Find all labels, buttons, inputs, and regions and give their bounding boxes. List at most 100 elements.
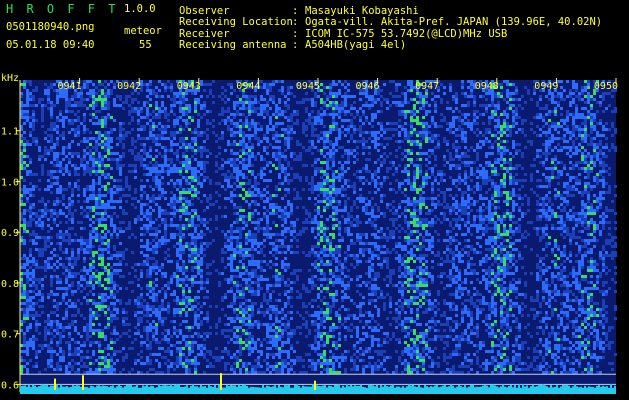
heatmap-cell (338, 80, 341, 83)
heatmap-cell (335, 275, 338, 278)
heatmap-cell (47, 185, 50, 188)
heatmap-cell (194, 341, 197, 344)
heatmap-cell (98, 344, 101, 347)
heatmap-cell (332, 248, 335, 251)
heatmap-cell (29, 191, 32, 194)
heatmap-cell (233, 113, 236, 116)
heatmap-cell (47, 95, 50, 98)
heatmap-cell (278, 371, 281, 374)
heatmap-cell (161, 323, 164, 326)
heatmap-cell (323, 131, 326, 134)
heatmap-cell (200, 245, 203, 248)
heatmap-cell (122, 137, 125, 140)
heatmap-cell (251, 104, 254, 107)
heatmap-cell (191, 146, 194, 149)
heatmap-cell (83, 86, 86, 89)
heatmap-cell (89, 236, 92, 239)
heatmap-cell (143, 203, 146, 206)
heatmap-cell (32, 281, 35, 284)
heatmap-cell (245, 266, 248, 269)
heatmap-cell (320, 149, 323, 152)
heatmap-cell (287, 248, 290, 251)
heatmap-cell (350, 209, 353, 212)
heatmap-cell (320, 338, 323, 341)
heatmap-cell (314, 209, 317, 212)
heatmap-cell (200, 251, 203, 254)
heatmap-cell (245, 164, 248, 167)
heatmap-cell (71, 203, 74, 206)
heatmap-cell (161, 356, 164, 359)
heatmap-cell (320, 257, 323, 260)
heatmap-cell (326, 191, 329, 194)
heatmap-cell (179, 269, 182, 272)
heatmap-cell (326, 263, 329, 266)
heatmap-cell (314, 329, 317, 332)
heatmap-cell (104, 326, 107, 329)
heatmap-cell (83, 251, 86, 254)
heatmap-cell (170, 98, 173, 101)
heatmap-cell (242, 134, 245, 137)
heatmap-cell (158, 107, 161, 110)
heatmap-cells (20, 80, 617, 392)
heatmap-cell (239, 368, 242, 371)
heatmap-cell (29, 98, 32, 101)
heatmap-cell (182, 281, 185, 284)
heatmap-cell (350, 233, 353, 236)
heatmap-cell (53, 89, 56, 92)
heatmap-cell (134, 314, 137, 317)
heatmap-cell (89, 80, 92, 83)
heatmap-cell (89, 320, 92, 323)
heatmap-cell (290, 287, 293, 290)
heatmap-cell (107, 365, 110, 368)
heatmap-cell (98, 257, 101, 260)
heatmap-cell (314, 341, 317, 344)
heatmap-cell (173, 170, 176, 173)
heatmap-cell (53, 200, 56, 203)
heatmap-cell (56, 326, 59, 329)
heatmap-cell (272, 128, 275, 131)
heatmap-cell (101, 299, 104, 302)
heatmap-cell (311, 248, 314, 251)
heatmap-cell (47, 296, 50, 299)
heatmap-cell (98, 275, 101, 278)
heatmap-cell (110, 221, 113, 224)
heatmap-cell (338, 173, 341, 176)
heatmap-cell (299, 197, 302, 200)
heatmap-cell (92, 161, 95, 164)
heatmap-cell (137, 329, 140, 332)
heatmap-cell (83, 317, 86, 320)
heatmap-cell (35, 353, 38, 356)
heatmap-cell (254, 260, 257, 263)
heatmap-cell (260, 353, 263, 356)
heatmap-cell (179, 299, 182, 302)
heatmap-cell (329, 305, 332, 308)
heatmap-cell (26, 305, 29, 308)
heatmap-cell (116, 308, 119, 311)
heatmap-cell (203, 344, 206, 347)
heatmap-cell (35, 350, 38, 353)
heatmap-cell (305, 119, 308, 122)
heatmap-cell (98, 332, 101, 335)
heatmap-cell (290, 221, 293, 224)
heatmap-cell (239, 326, 242, 329)
heatmap-cell (170, 218, 173, 221)
heatmap-cell (323, 344, 326, 347)
heatmap-cell (29, 131, 32, 134)
heatmap-cell (236, 329, 239, 332)
heatmap-cell (245, 329, 248, 332)
heatmap-cell (311, 359, 314, 362)
heatmap-cell (104, 212, 107, 215)
heatmap-cell (86, 215, 89, 218)
heatmap-cell (224, 245, 227, 248)
heatmap-cell (116, 161, 119, 164)
heatmap-cell (155, 101, 158, 104)
heatmap-cell (302, 131, 305, 134)
heatmap-cell (41, 119, 44, 122)
heatmap-cell (149, 197, 152, 200)
heatmap-cell (50, 83, 53, 86)
heatmap-cell (98, 362, 101, 365)
heatmap-cell (233, 188, 236, 191)
heatmap-cell (305, 320, 308, 323)
heatmap-cell (317, 362, 320, 365)
heatmap-cell (125, 98, 128, 101)
